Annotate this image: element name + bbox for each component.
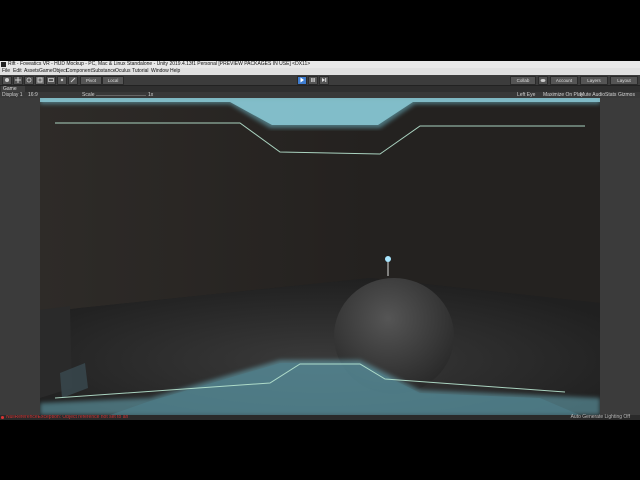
window-title: Rift - Foveatics VR - HUD Mockup - PC, M… [8, 61, 311, 67]
game-viewport[interactable] [40, 98, 600, 415]
main-toolbar: Pivot Local Collab Account Layers Layout [0, 75, 640, 86]
play-icon [300, 77, 304, 83]
cloud-button[interactable] [538, 76, 548, 85]
console-error[interactable]: NullReferenceException: Object reference… [0, 415, 130, 420]
menu-help[interactable]: Help [170, 68, 180, 75]
local-label: Local [107, 78, 119, 83]
pause-button[interactable] [308, 76, 318, 85]
layout-label: Layout [617, 78, 631, 83]
pivot-toggle[interactable]: Pivot [80, 76, 102, 85]
hand-tool-button[interactable] [2, 76, 12, 85]
pivot-label: Pivot [85, 78, 96, 83]
error-message: NullReferenceException: Object reference… [6, 415, 130, 420]
scale-slider[interactable] [96, 94, 146, 96]
menu-edit[interactable]: Edit [13, 68, 22, 75]
cloud-icon [540, 79, 546, 82]
step-icon [322, 78, 327, 82]
play-button[interactable] [297, 76, 307, 85]
collab-dropdown[interactable]: Collab [510, 76, 536, 85]
account-label: Account [555, 78, 573, 83]
rotate-icon [26, 77, 32, 83]
scene-render [40, 98, 600, 415]
custom-tool-button[interactable] [68, 76, 78, 85]
collab-label: Collab [516, 78, 530, 83]
error-icon [1, 416, 4, 419]
menu-assets[interactable]: Assets [24, 68, 39, 75]
rect-icon [48, 78, 54, 82]
local-toggle[interactable]: Local [102, 76, 124, 85]
menu-oculus[interactable]: Oculus [115, 68, 131, 75]
transform-icon [60, 78, 64, 82]
transform-tool-button[interactable] [57, 76, 67, 85]
rotate-tool-button[interactable] [24, 76, 34, 85]
status-bar: NullReferenceException: Object reference… [0, 415, 640, 420]
menu-file[interactable]: File [2, 68, 10, 75]
rect-tool-button[interactable] [46, 76, 56, 85]
menu-bar: File Edit Assets GameObject Component Su… [0, 68, 640, 75]
move-tool-button[interactable] [13, 76, 23, 85]
menu-substance[interactable]: Substance [92, 68, 116, 75]
hand-icon [5, 78, 9, 82]
pointer-tip-icon [385, 256, 391, 262]
step-button[interactable] [319, 76, 329, 85]
scale-tool-button[interactable] [35, 76, 45, 85]
move-icon [15, 77, 21, 83]
lighting-status[interactable]: Auto Generate Lighting Off [571, 415, 630, 420]
menu-gameobject[interactable]: GameObject [39, 68, 67, 75]
unity-logo-icon [1, 62, 6, 67]
layers-label: Layers [587, 78, 601, 83]
left-wall [40, 98, 370, 313]
right-wall [370, 98, 600, 303]
menu-component[interactable]: Component [66, 68, 92, 75]
layers-dropdown[interactable]: Layers [580, 76, 608, 85]
account-dropdown[interactable]: Account [550, 76, 578, 85]
layout-dropdown[interactable]: Layout [610, 76, 638, 85]
wrench-icon [70, 77, 76, 83]
scale-icon [37, 77, 43, 83]
window-title-bar: Rift - Foveatics VR - HUD Mockup - PC, M… [0, 61, 640, 68]
pause-icon [311, 78, 315, 82]
menu-tutorial[interactable]: Tutorial [132, 68, 149, 75]
menu-window[interactable]: Window [151, 68, 169, 75]
